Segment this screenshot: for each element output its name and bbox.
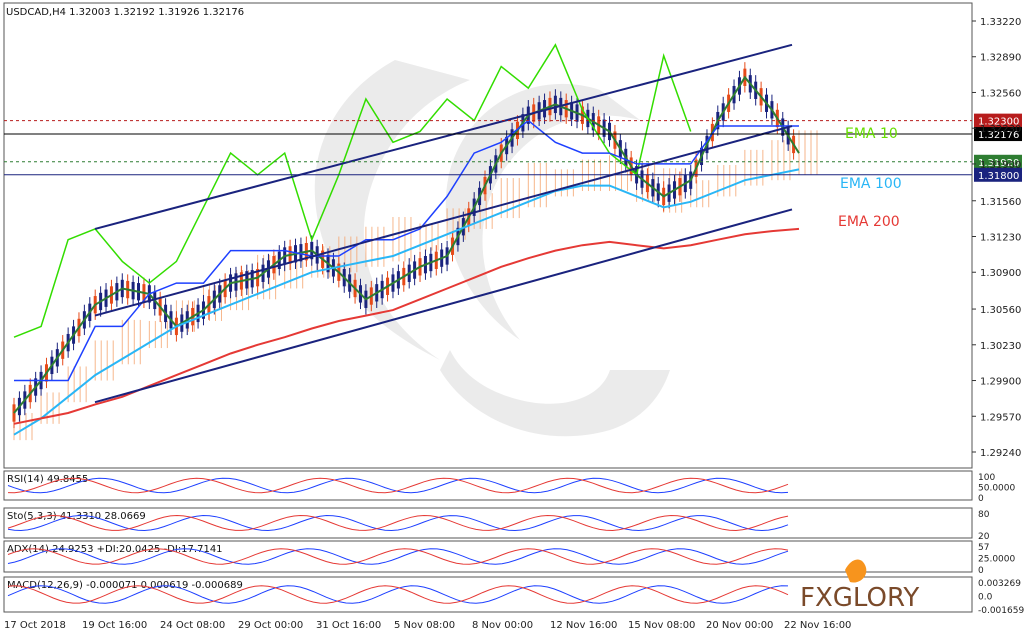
indicator-tick: 50.0000 (978, 484, 1015, 494)
price-tick-label: 1.32560 (980, 88, 1021, 99)
indicator-tick: 0 (978, 494, 984, 504)
ema-label: EMA 100 (840, 176, 902, 192)
price-tick-label: 1.32890 (980, 53, 1021, 64)
indicator-tick: 57 (978, 543, 989, 553)
time-tick-label: 12 Nov 16:00 (550, 620, 617, 631)
time-tick-label: 19 Oct 16:00 (82, 620, 147, 631)
ema-label: EMA 10 (845, 126, 898, 142)
indicator-tick: 25.0000 (978, 555, 1015, 565)
indicator-tick: 80 (978, 510, 990, 520)
ema-label: EMA 200 (838, 214, 900, 230)
price-tick-label: 1.33220 (980, 17, 1021, 28)
price-tick-label: 1.29570 (980, 412, 1021, 423)
indicator-tick: -0.001659 (978, 606, 1024, 616)
indicator-tick: 20 (978, 532, 990, 542)
time-tick-label: 29 Oct 00:00 (238, 620, 303, 631)
time-tick-label: 31 Oct 16:00 (316, 620, 381, 631)
indicator-tick: 0 (978, 566, 984, 576)
price-tick-label: 1.31230 (980, 233, 1021, 244)
fxglory-brand-text: FXGLORY (800, 583, 919, 613)
chart-root: 1.32300 1.32176 1.31920 1.31800 1.33220 1.32… (0, 0, 1024, 636)
price-tick-label: 1.32230 (980, 124, 1021, 135)
time-tick-label: 5 Nov 08:00 (394, 620, 455, 631)
time-tick-label: 8 Nov 00:00 (472, 620, 533, 631)
time-tick-label: 22 Nov 16:00 (784, 620, 851, 631)
time-tick-label: 15 Nov 08:00 (628, 620, 695, 631)
price-tick-label: 1.30560 (980, 305, 1021, 316)
price-tick-label: 1.30900 (980, 268, 1021, 279)
price-tick-label: 1.30230 (980, 341, 1021, 352)
price-tick-label: 1.29240 (980, 448, 1021, 459)
time-tick-label: 20 Nov 00:00 (706, 620, 773, 631)
symbol-header: USDCAD,H4 1.32003 1.32192 1.31926 1.3217… (6, 7, 244, 18)
usdcad-chart: 1.323001.321761.319201.31800 1.332201.32… (0, 0, 1024, 636)
indicator-tick: 0.0 (978, 593, 993, 603)
indicator-tick: 100 (978, 473, 995, 483)
time-tick-label: 17 Oct 2018 (4, 620, 66, 631)
time-tick-label: 24 Oct 08:00 (160, 620, 225, 631)
price-level-label: 1.31800 (978, 171, 1019, 182)
price-tick-label: 1.31900 (980, 160, 1021, 171)
indicator-tick: 0.003269 (978, 579, 1021, 589)
price-tick-label: 1.31560 (980, 197, 1021, 208)
price-tick-label: 1.29900 (980, 377, 1021, 388)
